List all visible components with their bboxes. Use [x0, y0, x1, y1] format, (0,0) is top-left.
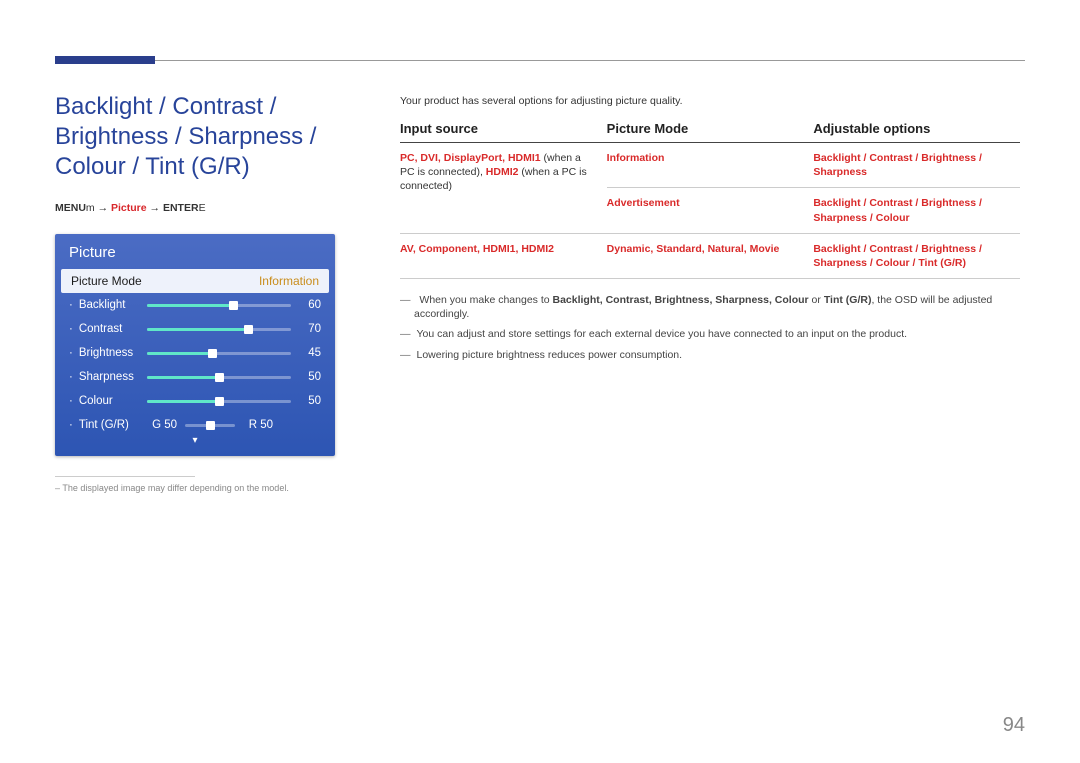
note-2: You can adjust and store settings for ea… — [400, 327, 1020, 341]
cell-input-av: AV, Component, HDMI1, HDMI2 — [400, 233, 607, 278]
sharpness-label: Sharpness — [69, 371, 139, 383]
intro-text: Your product has several options for adj… — [400, 95, 1020, 107]
cell-input-pc: PC, DVI, DisplayPort, HDMI1 (when a PC i… — [400, 143, 607, 234]
th-adjustable: Adjustable options — [813, 117, 1020, 143]
osd-row-backlight[interactable]: Backlight 60 — [55, 293, 335, 317]
brightness-value: 45 — [299, 347, 321, 359]
menu-enter: ENTER — [163, 202, 199, 214]
osd-title: Picture — [55, 234, 335, 269]
brightness-label: Brightness — [69, 347, 139, 359]
page-title: Backlight / Contrast / Brightness / Shar… — [55, 92, 340, 182]
contrast-slider[interactable] — [147, 328, 291, 331]
sharpness-slider[interactable] — [147, 376, 291, 379]
top-rule — [55, 60, 1025, 61]
left-column: Backlight / Contrast / Brightness / Shar… — [55, 60, 400, 493]
cell-opts-3: Backlight / Contrast / Brightness / Shar… — [813, 233, 1020, 278]
tint-slider[interactable] — [185, 424, 235, 427]
osd-row-brightness[interactable]: Brightness 45 — [55, 341, 335, 365]
footnote: – The displayed image may differ dependi… — [55, 483, 340, 493]
cell-mode-dyn: Dynamic, Standard, Natural, Movie — [607, 233, 814, 278]
cell-mode-ad: Advertisement — [607, 188, 814, 233]
cell-mode-info: Information — [607, 143, 814, 188]
osd-row-colour[interactable]: Colour 50 — [55, 389, 335, 413]
colour-slider[interactable] — [147, 400, 291, 403]
osd-panel: Picture Picture Mode Information Backlig… — [55, 234, 335, 456]
osd-picture-mode-label: Picture Mode — [71, 274, 142, 288]
backlight-value: 60 — [299, 299, 321, 311]
colour-value: 50 — [299, 395, 321, 407]
colour-label: Colour — [69, 395, 139, 407]
osd-row-contrast[interactable]: Contrast 70 — [55, 317, 335, 341]
osd-selected-row[interactable]: Picture Mode Information — [61, 269, 329, 293]
table-row: PC, DVI, DisplayPort, HDMI1 (when a PC i… — [400, 143, 1020, 188]
menu-path: MENUm → Picture → ENTERE — [55, 202, 340, 214]
osd-row-sharpness[interactable]: Sharpness 50 — [55, 365, 335, 389]
cell-opts-1: Backlight / Contrast / Brightness / Shar… — [813, 143, 1020, 188]
menu-picture: Picture — [111, 202, 147, 214]
note-1: When you make changes to Backlight, Cont… — [400, 293, 1020, 321]
note-3: Lowering picture brightness reduces powe… — [400, 348, 1020, 362]
page-number: 94 — [1003, 714, 1025, 737]
options-table: Input source Picture Mode Adjustable opt… — [400, 117, 1020, 279]
footnote-rule — [55, 476, 195, 477]
contrast-value: 70 — [299, 323, 321, 335]
tint-label: Tint (G/R) — [69, 419, 139, 431]
backlight-slider[interactable] — [147, 304, 291, 307]
backlight-label: Backlight — [69, 299, 139, 311]
th-picture-mode: Picture Mode — [607, 117, 814, 143]
menu-menu: MENU — [55, 202, 86, 214]
table-row: AV, Component, HDMI1, HDMI2 Dynamic, Sta… — [400, 233, 1020, 278]
osd-row-tint[interactable]: Tint (G/R) G 50 R 50 — [55, 413, 335, 437]
osd-picture-mode-value: Information — [259, 274, 319, 288]
notes-list: When you make changes to Backlight, Cont… — [400, 293, 1020, 362]
brightness-slider[interactable] — [147, 352, 291, 355]
contrast-label: Contrast — [69, 323, 139, 335]
th-input-source: Input source — [400, 117, 607, 143]
osd-down-icon[interactable]: ▾ — [55, 435, 335, 446]
tint-r-value: R 50 — [243, 419, 273, 431]
accent-bar — [55, 56, 155, 64]
sharpness-value: 50 — [299, 371, 321, 383]
tint-g-value: G 50 — [147, 419, 177, 431]
right-column: Your product has several options for adj… — [400, 95, 1020, 368]
cell-opts-2: Backlight / Contrast / Brightness / Shar… — [813, 188, 1020, 233]
